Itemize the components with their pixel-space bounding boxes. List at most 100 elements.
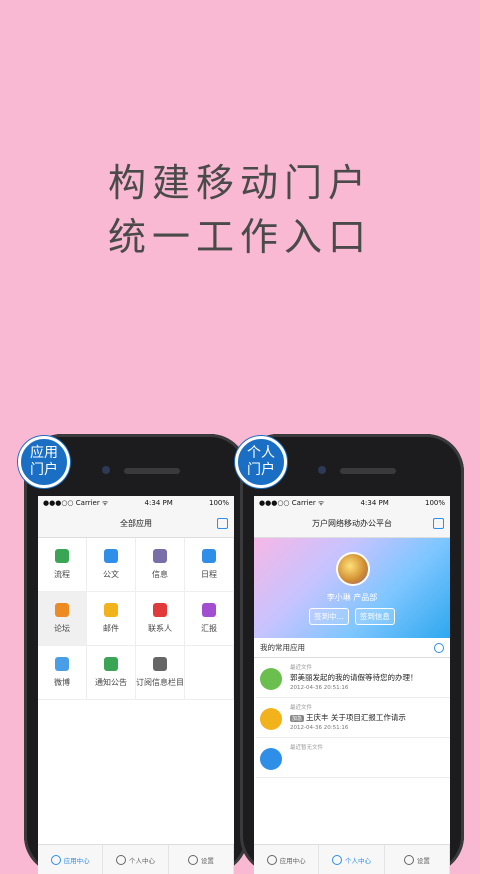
tab-gear[interactable]: 设置 [385, 845, 450, 874]
app-portal-badge: 应用门户 [18, 436, 70, 488]
item-tag: 最近文件 [290, 705, 313, 711]
report-icon [202, 603, 216, 617]
tab-user[interactable]: 个人中心 [319, 845, 385, 874]
battery-label: 100% [424, 499, 445, 507]
app-tile-label: 论坛 [54, 624, 70, 633]
file-icon [260, 668, 282, 690]
list-item[interactable]: 最近暂无文件 [256, 740, 450, 778]
apps-icon [266, 854, 277, 865]
app-tile-label: 信息 [152, 570, 168, 579]
list-item[interactable]: 最近文件 加急 王庆丰 关于项目汇报工作请示 2012-04-36 20:51:16 [256, 700, 450, 738]
section-header: 我的常用应用 [254, 638, 450, 658]
app-tile[interactable]: 公文 [87, 538, 136, 592]
profile-banner: 李小琳 产品部 签到中... 签到信息 [254, 538, 450, 638]
people-icon [55, 657, 69, 671]
item-date: 2012-04-36 20:51:16 [290, 685, 349, 691]
user-icon [115, 854, 126, 865]
edit-icon[interactable] [433, 518, 444, 529]
briefcase-icon [104, 549, 118, 563]
chat-icon [153, 549, 167, 563]
headline-line-2: 统一工作入口 [107, 215, 372, 259]
camera-icon [318, 466, 326, 474]
forum-icon [55, 603, 69, 617]
checkin-info-button[interactable]: 签到信息 [354, 608, 395, 625]
status-time: 4:34 PM [360, 499, 389, 507]
list-item[interactable]: 最近文件郭美丽发起的我的请假等待您的办理！ 2012-04-36 20:51:16 [256, 660, 450, 698]
tab-label: 个人中心 [344, 856, 371, 865]
personal-portal-screen: ●●●○○ Carrier ᯤ 4:34 PM 100% 万户网络移动办公平台 … [254, 496, 450, 874]
mail-icon [104, 603, 118, 617]
avatar[interactable] [336, 552, 370, 586]
item-tag: 最近暂无文件 [290, 745, 324, 751]
carrier-label: ●●●○○ Carrier ᯤ [259, 498, 325, 507]
add-icon[interactable] [434, 642, 444, 653]
app-tile-label: 通知公告 [95, 678, 127, 687]
tab-label: 设置 [416, 856, 430, 865]
speaker-grille [340, 468, 396, 474]
page-title: 全部应用 [120, 519, 152, 528]
file-icon [260, 708, 282, 730]
app-tile-label: 公文 [103, 570, 119, 579]
app-tile[interactable]: 邮件 [87, 592, 136, 646]
item-tag: 最近文件 [290, 665, 313, 671]
app-tile [185, 646, 234, 700]
tab-label: 设置 [200, 856, 214, 865]
gear-icon [403, 854, 414, 865]
urgent-badge: 加急 [290, 714, 305, 722]
item-title: 加急 王庆丰 关于项目汇报工作请示 [290, 712, 406, 723]
gear-icon [187, 854, 198, 865]
app-portal-screen: ●●●○○ Carrier ᯤ 4:34 PM 100% 全部应用 流程 公文 信息… [38, 496, 234, 874]
tab-label: 应用中心 [279, 856, 306, 865]
app-tile-label: 日程 [201, 570, 217, 579]
app-tile-label: 汇报 [201, 624, 217, 633]
tab-user[interactable]: 个人中心 [103, 845, 169, 874]
section-title: 我的常用应用 [260, 643, 305, 652]
camera-icon [102, 466, 110, 474]
status-bar: ●●●○○ Carrier ᯤ 4:34 PM 100% [38, 496, 234, 510]
personal-portal-badge: 个人门户 [235, 436, 287, 488]
app-tile-label: 联系人 [148, 624, 172, 633]
page-title: 万户网络移动办公平台 [312, 519, 392, 528]
nav-bar: 万户网络移动办公平台 [254, 510, 450, 538]
app-tile[interactable]: 通知公告 [87, 646, 136, 700]
calendar-icon [202, 549, 216, 563]
phone-personal-portal: ●●●○○ Carrier ᯤ 4:34 PM 100% 万户网络移动办公平台 … [240, 434, 464, 874]
nav-bar: 全部应用 [38, 510, 234, 538]
app-grid: 流程 公文 信息 日程论坛 邮件 联系人 汇报微博 通知公告 订阅信息栏目 [38, 538, 234, 700]
app-tile-label: 流程 [54, 570, 70, 579]
speaker-grille [124, 468, 180, 474]
app-tile[interactable]: 论坛 [38, 592, 87, 646]
carrier-label: ●●●○○ Carrier ᯤ [43, 498, 109, 507]
file-icon [260, 748, 282, 770]
app-tile[interactable]: 微博 [38, 646, 87, 700]
tab-bar: 应用中心 个人中心 设置 [38, 844, 234, 874]
app-tile[interactable]: 信息 [136, 538, 185, 592]
item-title-text: 王庆丰 关于项目汇报工作请示 [306, 713, 406, 722]
status-bar: ●●●○○ Carrier ᯤ 4:34 PM 100% [254, 496, 450, 510]
phone-app-portal: ●●●○○ Carrier ᯤ 4:34 PM 100% 全部应用 流程 公文 信息… [24, 434, 248, 874]
item-title-text: 郭美丽发起的我的请假等待您的办理！ [290, 673, 418, 682]
person-icon [153, 603, 167, 617]
edit-icon[interactable] [217, 518, 228, 529]
app-tile[interactable]: 流程 [38, 538, 87, 592]
share-icon [55, 549, 69, 563]
app-tile[interactable]: 日程 [185, 538, 234, 592]
app-tile-label: 微博 [54, 678, 70, 687]
app-tile[interactable]: 联系人 [136, 592, 185, 646]
tab-label: 应用中心 [63, 856, 90, 865]
item-date: 2012-04-36 20:51:16 [290, 725, 349, 731]
tab-label: 个人中心 [128, 856, 155, 865]
user-icon [331, 854, 342, 865]
app-tile-label: 订阅信息栏目 [136, 678, 184, 687]
tab-bar: 应用中心 个人中心 设置 [254, 844, 450, 874]
checkin-button[interactable]: 签到中... [309, 608, 349, 625]
tab-apps[interactable]: 应用中心 [38, 845, 104, 874]
headline: 构建移动门户 统一工作入口 [0, 156, 480, 264]
app-tile[interactable]: 订阅信息栏目 [136, 646, 185, 700]
tab-apps[interactable]: 应用中心 [254, 845, 320, 874]
user-name-dept: 李小琳 产品部 [326, 593, 378, 602]
headline-line-1: 构建移动门户 [107, 161, 372, 205]
apps-icon [50, 854, 61, 865]
tab-gear[interactable]: 设置 [169, 845, 234, 874]
app-tile[interactable]: 汇报 [185, 592, 234, 646]
